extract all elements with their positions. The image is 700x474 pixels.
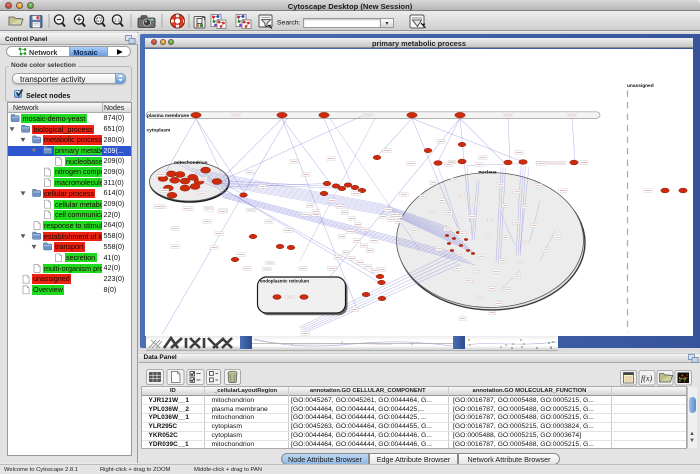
svg-text:f(x): f(x) [641,374,652,383]
